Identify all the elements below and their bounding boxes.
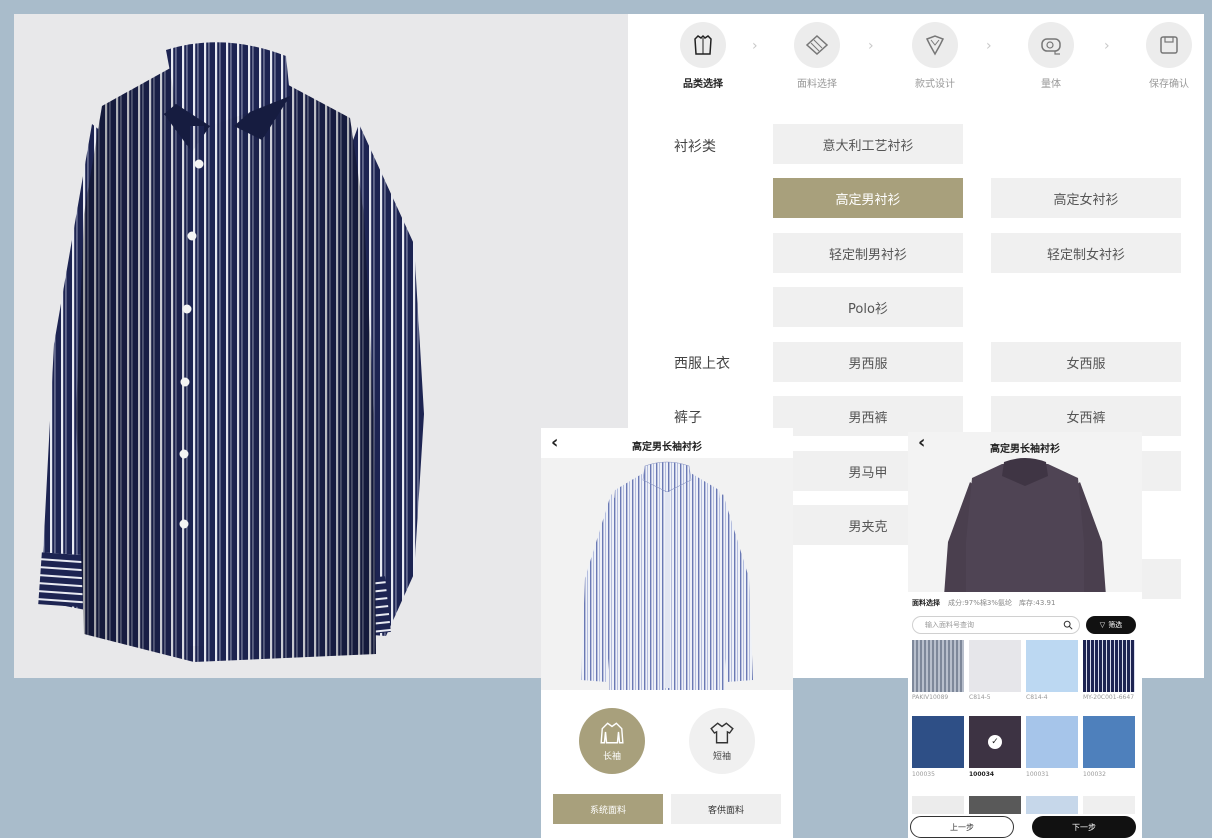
chevron-right-icon: ›	[1104, 38, 1110, 54]
next-step-button[interactable]: 下一步	[1032, 816, 1136, 838]
swatch-code: 100035	[912, 771, 935, 778]
search-icon	[1063, 620, 1073, 630]
fabric-swatch[interactable]	[1083, 796, 1135, 814]
phone-mockup-sleeve: ‹ 高定男长袖衬衫 长袖 短袖 系统面料 客供面料	[541, 428, 793, 838]
shirt-image	[38, 42, 424, 662]
filter-label: 筛选	[1108, 621, 1123, 629]
shirt-image	[581, 461, 753, 690]
swatch-code: 100032	[1083, 771, 1106, 778]
fabric-swatch[interactable]	[969, 640, 1021, 692]
option-women-light-shirt[interactable]: 轻定制女衬衫	[991, 233, 1181, 273]
sleeve-selector: 长袖 短袖 系统面料 客供面料	[541, 690, 793, 838]
collar-icon	[912, 22, 958, 68]
system-fabric-button[interactable]: 系统面料	[553, 794, 663, 824]
long-sleeve-shirt-icon	[600, 722, 624, 744]
step-label: 品类选择	[683, 79, 723, 90]
option-men-light-shirt[interactable]: 轻定制男衬衫	[773, 233, 963, 273]
step-measure[interactable]: 量体	[1016, 22, 1086, 90]
swatch-code: MY-20C001-6647	[1083, 694, 1135, 701]
fabric-title: 面料选择	[912, 599, 940, 607]
option-men-trousers[interactable]: 男西裤	[773, 396, 963, 436]
fabric-header: 面料选择 成分:97%棉3%氨纶 库存:43.91	[912, 598, 1055, 608]
shirt-icon	[680, 22, 726, 68]
fabric-swatch[interactable]	[969, 796, 1021, 814]
fabric-swatch[interactable]	[1026, 796, 1078, 814]
option-men-bespoke-shirt[interactable]: 高定男衬衫	[773, 178, 963, 218]
tape-measure-icon	[1028, 22, 1074, 68]
fabric-icon	[794, 22, 840, 68]
fabric-swatch[interactable]	[912, 640, 964, 692]
swatch-code: PAKIV10089	[912, 694, 949, 701]
fabric-swatch[interactable]	[1026, 640, 1078, 692]
option-italian-shirt[interactable]: 意大利工艺衬衫	[773, 124, 963, 164]
shirt-preview: ‹ 高定男长袖衬衫	[908, 432, 1142, 596]
option-women-suit[interactable]: 女西服	[991, 342, 1181, 382]
fabric-swatch[interactable]	[1083, 716, 1135, 768]
fabric-swatch[interactable]	[1026, 716, 1078, 768]
step-label: 量体	[1041, 79, 1061, 90]
fabric-panel: 面料选择 成分:97%棉3%氨纶 库存:43.91 输入面料号查询 ▽ 筛选 PAK…	[908, 592, 1142, 838]
step-label: 面料选择	[797, 79, 837, 90]
prev-step-button[interactable]: 上一步	[910, 816, 1014, 838]
chevron-right-icon: ›	[986, 38, 992, 54]
customer-fabric-button[interactable]: 客供面料	[671, 794, 781, 824]
swatch-code: C814-5	[969, 694, 991, 701]
step-label: 保存确认	[1149, 79, 1189, 90]
step-label: 款式设计	[915, 79, 955, 90]
short-sleeve-option[interactable]: 短袖	[689, 708, 755, 774]
category-label-shirts: 衬衫类	[674, 139, 716, 155]
step-fabric[interactable]: 面料选择	[782, 22, 852, 90]
check-icon: ✓	[988, 735, 1002, 749]
fabric-swatch[interactable]	[912, 796, 964, 814]
step-save[interactable]: 保存确认	[1134, 22, 1204, 90]
phone-header: ‹ 高定男长袖衬衫	[541, 428, 793, 458]
step-nav: 品类选择 › 面料选择 › 款式设计 › 量体 › 保存确认	[668, 22, 1198, 102]
option-men-suit[interactable]: 男西服	[773, 342, 963, 382]
option-women-bespoke-shirt[interactable]: 高定女衬衫	[991, 178, 1181, 218]
step-category[interactable]: 品类选择	[668, 22, 738, 90]
step-style[interactable]: 款式设计	[900, 22, 970, 90]
fabric-search-input[interactable]: 输入面料号查询	[912, 616, 1080, 634]
short-sleeve-label: 短袖	[712, 752, 731, 762]
chevron-right-icon: ›	[868, 38, 874, 54]
long-sleeve-label: 长袖	[602, 752, 621, 762]
short-sleeve-shirt-icon	[710, 722, 734, 744]
filter-icon: ▽	[1099, 621, 1106, 629]
filter-button[interactable]: ▽ 筛选	[1086, 616, 1136, 634]
option-polo[interactable]: Polo衫	[773, 287, 963, 327]
save-icon	[1146, 22, 1192, 68]
shirt-preview	[541, 458, 793, 720]
shirt-image	[944, 458, 1106, 596]
chevron-right-icon: ›	[752, 38, 758, 54]
category-label-trousers: 裤子	[674, 410, 702, 426]
long-sleeve-option[interactable]: 长袖	[579, 708, 645, 774]
product-image-panel	[14, 14, 628, 678]
swatch-code: 100031	[1026, 771, 1049, 778]
search-placeholder: 输入面料号查询	[925, 621, 974, 629]
fabric-info: 成分:97%棉3%氨纶 库存:43.91	[948, 599, 1056, 607]
swatch-code: C814-4	[1026, 694, 1048, 701]
swatch-code: 100034	[969, 771, 995, 778]
option-women-trousers[interactable]: 女西裤	[991, 396, 1181, 436]
phone-title: 高定男长袖衬衫	[632, 442, 702, 453]
category-label-suit-tops: 西服上衣	[674, 356, 730, 372]
phone-mockup-fabric: ‹ 高定男长袖衬衫 面料选择 成分:97%棉3%氨纶 库存:43.91 输入面料号…	[908, 432, 1142, 838]
phone-title: 高定男长袖衬衫	[990, 444, 1060, 455]
fabric-swatch[interactable]	[1083, 640, 1135, 692]
fabric-swatch[interactable]	[912, 716, 964, 768]
fabric-swatch-selected[interactable]: ✓	[969, 716, 1021, 768]
